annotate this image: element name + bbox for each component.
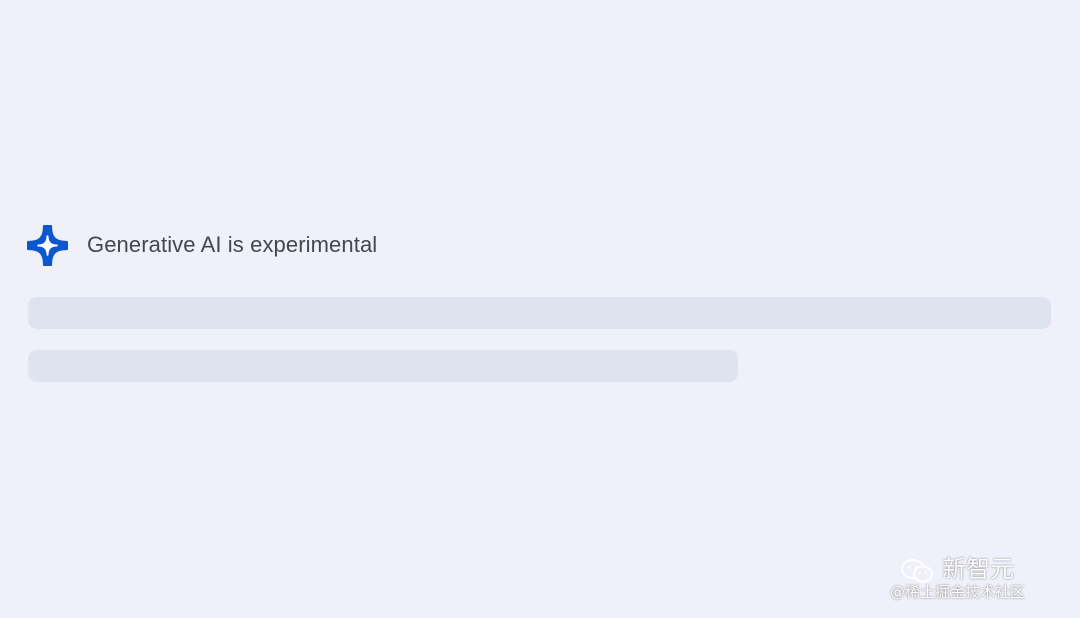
loading-placeholder-line-1 [28, 297, 1051, 329]
notice-title: Generative AI is experimental [87, 232, 378, 257]
watermark-handle: @稀土掘金技术社区 [890, 583, 1026, 601]
watermark-brand: 新智元 [942, 555, 1014, 583]
generative-ai-notice: Generative AI is experimental [27, 224, 377, 266]
sparkle-icon [27, 224, 68, 266]
wechat-icon [901, 559, 933, 583]
loading-placeholder-line-2 [28, 350, 738, 382]
watermark: 新智元 @稀土掘金技术社区 [890, 552, 1066, 606]
